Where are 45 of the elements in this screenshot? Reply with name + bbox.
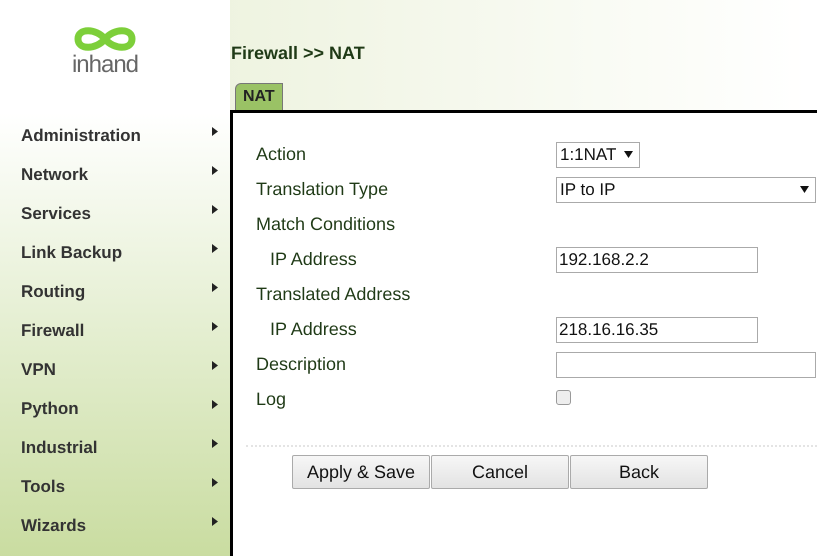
sidebar-item[interactable]: Routing (21, 278, 86, 304)
field-label: Description (256, 353, 348, 376)
logo-text: inhand (72, 52, 138, 78)
sidebar-item[interactable]: Services (21, 200, 91, 226)
sidebar-item[interactable]: Tools (21, 474, 66, 500)
submenu-arrow-icon (212, 166, 218, 175)
submenu-arrow-icon (212, 361, 218, 370)
field-label: Match Conditions (256, 213, 396, 236)
action-button[interactable]: Apply & Save (292, 455, 430, 489)
submenu-arrow-icon (212, 400, 218, 409)
sidebar-item[interactable]: Industrial (21, 434, 98, 460)
field-label: IP Address (269, 248, 358, 271)
submenu-arrow-icon (212, 283, 218, 292)
field-label: Translation Type (256, 178, 390, 201)
submenu-arrow-icon (212, 478, 218, 487)
sidebar-item[interactable]: Administration (21, 122, 141, 148)
input-field[interactable]: 192.168.2.2 (556, 246, 758, 272)
dropdown[interactable]: IP to IP (556, 176, 816, 202)
caret-icon (624, 151, 634, 158)
sidebar-item[interactable]: Link Backup (21, 240, 122, 266)
input-field[interactable]: 218.16.16.35 (556, 316, 758, 342)
dropdown[interactable]: 1:1NAT (556, 142, 640, 168)
submenu-arrow-icon (212, 322, 218, 331)
field-label: Log (256, 388, 288, 411)
action-button[interactable]: Cancel (431, 455, 569, 489)
submenu-arrow-icon (212, 127, 218, 136)
sidebar-item[interactable]: Wizards (21, 512, 86, 538)
field-label: IP Address (269, 318, 358, 341)
page-title: Firewall >> NAT (231, 42, 366, 65)
input-field[interactable] (556, 352, 816, 378)
field-label: Translated Address (256, 283, 412, 306)
sidebar-item[interactable]: VPN (21, 356, 56, 382)
submenu-arrow-icon (212, 244, 218, 253)
field-label: Action (256, 143, 308, 166)
sidebar-item[interactable]: Python (21, 396, 79, 422)
tab[interactable]: NAT (235, 83, 283, 110)
sidebar-item[interactable]: Firewall (21, 318, 84, 344)
logo-icon (74, 26, 136, 52)
sidebar-item[interactable]: Network (21, 162, 88, 188)
checkbox[interactable] (556, 390, 571, 405)
submenu-arrow-icon (212, 205, 218, 214)
submenu-arrow-icon (212, 517, 218, 526)
action-button[interactable]: Back (570, 455, 708, 489)
submenu-arrow-icon (212, 439, 218, 448)
caret-icon (800, 186, 809, 193)
